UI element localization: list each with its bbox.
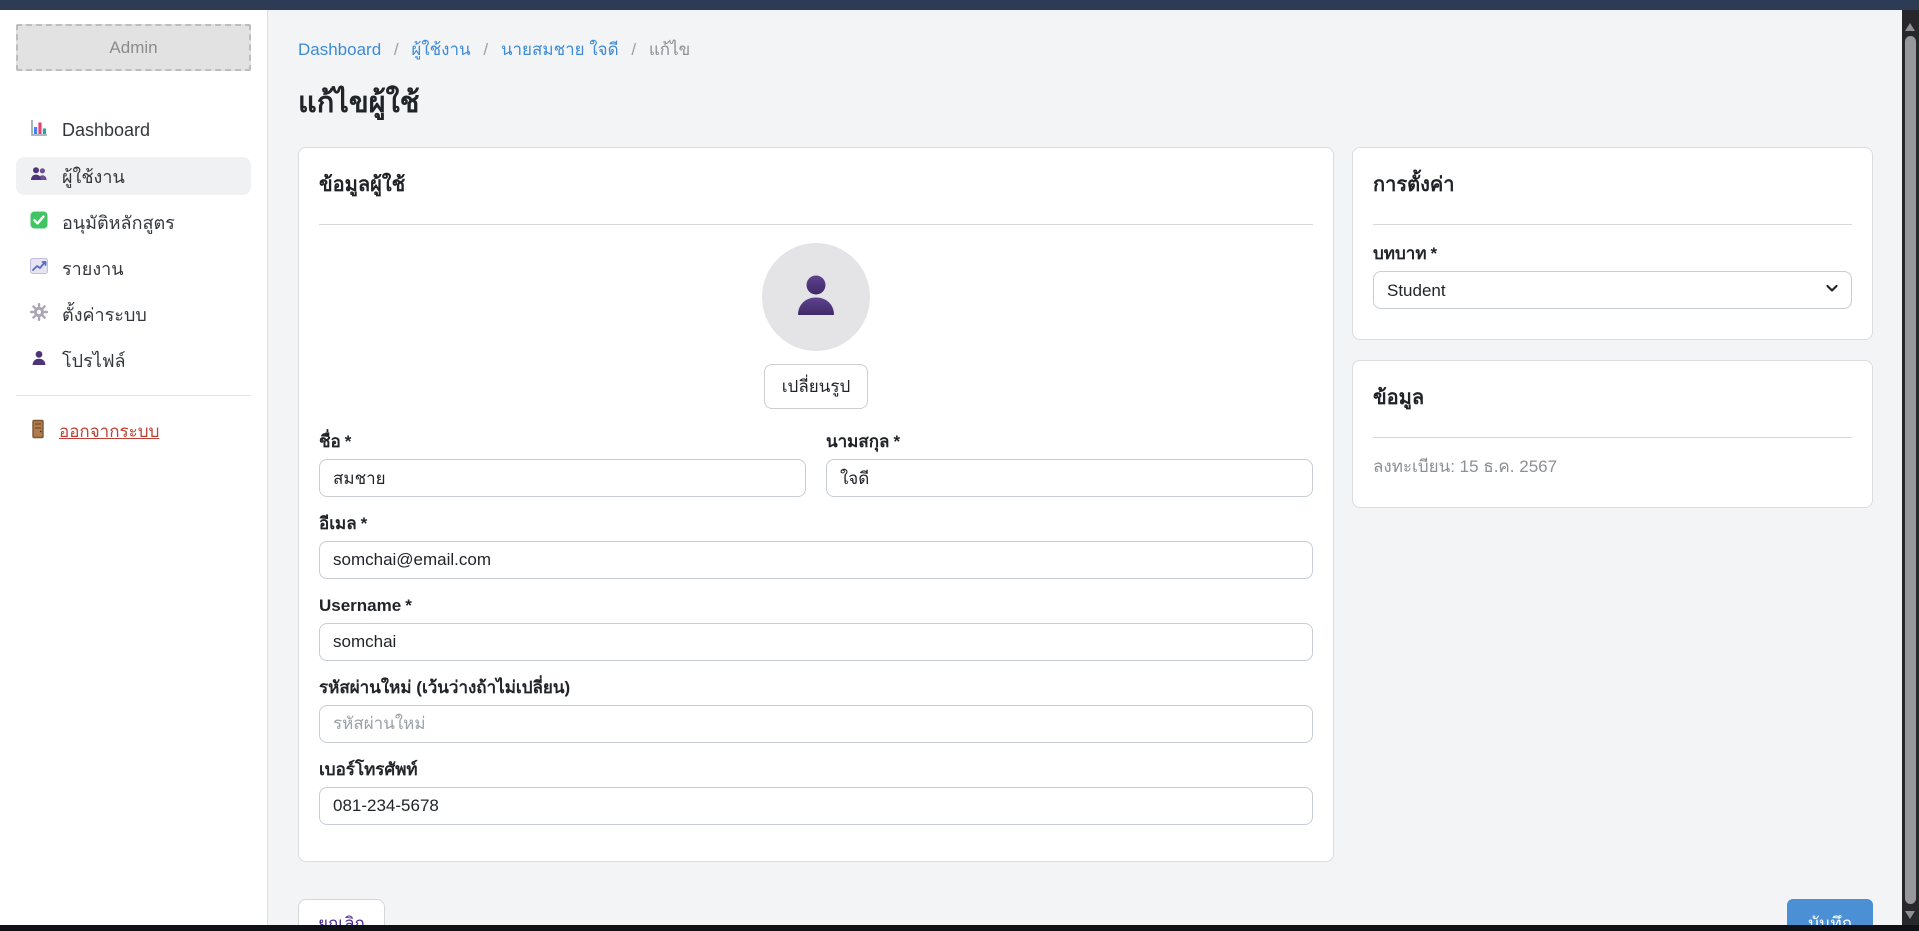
window-bottom-bar (0, 925, 1919, 931)
role-select-wrap: Student (1373, 271, 1852, 309)
sidebar-item-label: ผู้ใช้งาน (62, 162, 125, 191)
email-input[interactable] (319, 541, 1313, 579)
sidebar-logo: Admin (16, 24, 251, 71)
logo-text: Admin (109, 38, 157, 58)
label-text: ชื่อ (319, 432, 341, 451)
label-text: เบอร์โทรศัพท์ (319, 760, 418, 779)
sidebar: Admin Dashboard ผู้ใช้งาน (0, 10, 268, 925)
cancel-button[interactable]: ยกเลิก (298, 899, 385, 925)
check-icon (29, 210, 49, 235)
breadcrumb-users[interactable]: ผู้ใช้งาน (411, 40, 470, 59)
email-label: อีเมล* (319, 513, 1313, 534)
avatar (762, 243, 870, 351)
phone-input[interactable] (319, 787, 1313, 825)
person-icon (29, 348, 49, 373)
sidebar-item-users[interactable]: ผู้ใช้งาน (16, 157, 251, 195)
required-mark: * (893, 432, 900, 451)
info-card: ข้อมูล ลงทะเบียน: 15 ธ.ค. 2567 (1352, 360, 1873, 508)
breadcrumb-separator: / (631, 40, 636, 59)
form-actions: ยกเลิก บันทึก (298, 899, 1873, 925)
logout-label: ออกจากระบบ (59, 418, 159, 445)
phone-field: เบอร์โทรศัพท์ (319, 759, 1313, 825)
settings-card-title: การตั้งค่า (1373, 168, 1852, 225)
logout-link[interactable]: ออกจากระบบ (16, 418, 251, 445)
required-mark: * (361, 514, 368, 533)
role-label: บทบาท* (1373, 243, 1852, 264)
username-field: Username* (319, 595, 1313, 661)
first-name-label: ชื่อ* (319, 431, 806, 452)
first-name-field: ชื่อ* (319, 431, 806, 497)
breadcrumb-dashboard[interactable]: Dashboard (298, 40, 381, 59)
breadcrumb-separator: / (483, 40, 488, 59)
last-name-label: นามสกุล* (826, 431, 1313, 452)
user-info-card: ข้อมูลผู้ใช้ (298, 147, 1334, 862)
sidebar-item-label: Dashboard (62, 120, 150, 141)
required-mark: * (1431, 244, 1438, 263)
breadcrumb: Dashboard / ผู้ใช้งาน / นายสมชาย ใจดี / … (298, 36, 1873, 63)
breadcrumb-current: แก้ไข (649, 40, 690, 59)
door-icon (29, 419, 47, 444)
registered-date-text: ลงทะเบียน: 15 ธ.ค. 2567 (1373, 456, 1852, 477)
sidebar-item-reports[interactable]: รายงาน (16, 249, 251, 287)
label-text: บทบาท (1373, 244, 1427, 263)
email-field: อีเมล* (319, 513, 1313, 579)
role-select[interactable]: Student (1373, 271, 1852, 309)
sidebar-item-label: รายงาน (62, 254, 124, 283)
settings-card: การตั้งค่า บทบาท* Student (1352, 147, 1873, 340)
required-mark: * (405, 596, 412, 615)
label-text: นามสกุล (826, 432, 889, 451)
bar-chart-icon (29, 118, 49, 143)
sidebar-item-course-approval[interactable]: อนุมัติหลักสูตร (16, 203, 251, 241)
sidebar-item-label: อนุมัติหลักสูตร (62, 208, 175, 237)
window-top-bar (0, 0, 1919, 10)
username-input[interactable] (319, 623, 1313, 661)
scroll-down-arrow-icon[interactable] (1905, 911, 1915, 919)
username-label: Username* (319, 595, 1313, 616)
last-name-input[interactable] (826, 459, 1313, 497)
vertical-scrollbar[interactable] (1902, 10, 1919, 925)
new-password-field: รหัสผ่านใหม่ (เว้นว่างถ้าไม่เปลี่ยน) (319, 677, 1313, 743)
breadcrumb-user-name[interactable]: นายสมชาย ใจดี (501, 40, 619, 59)
first-name-input[interactable] (319, 459, 806, 497)
change-photo-button[interactable]: เปลี่ยนรูป (764, 364, 869, 409)
person-bust-icon (788, 267, 844, 328)
save-button[interactable]: บันทึก (1787, 899, 1873, 925)
user-info-card-title: ข้อมูลผู้ใช้ (319, 168, 1313, 225)
phone-label: เบอร์โทรศัพท์ (319, 759, 1313, 780)
gear-icon (29, 302, 49, 327)
sidebar-item-label: โปรไฟล์ (62, 346, 126, 375)
breadcrumb-separator: / (394, 40, 399, 59)
sidebar-item-label: ตั้งค่าระบบ (62, 300, 147, 329)
main-content: Dashboard / ผู้ใช้งาน / นายสมชาย ใจดี / … (269, 10, 1902, 925)
page-title: แก้ไขผู้ใช้ (298, 79, 1873, 125)
scrollbar-thumb[interactable] (1905, 36, 1916, 904)
label-text: Username (319, 596, 401, 615)
label-text: อีเมล (319, 514, 357, 533)
new-password-label: รหัสผ่านใหม่ (เว้นว่างถ้าไม่เปลี่ยน) (319, 677, 1313, 698)
sidebar-item-system-settings[interactable]: ตั้งค่าระบบ (16, 295, 251, 333)
chart-up-icon (29, 256, 49, 281)
scroll-up-arrow-icon[interactable] (1905, 23, 1915, 31)
right-column: การตั้งค่า บทบาท* Student (1352, 147, 1873, 508)
sidebar-item-profile[interactable]: โปรไฟล์ (16, 341, 251, 379)
new-password-input[interactable] (319, 705, 1313, 743)
required-mark: * (345, 432, 352, 451)
label-text: รหัสผ่านใหม่ (เว้นว่างถ้าไม่เปลี่ยน) (319, 678, 570, 697)
last-name-field: นามสกุล* (826, 431, 1313, 497)
users-icon (29, 164, 49, 189)
sidebar-divider (16, 395, 251, 396)
info-card-title: ข้อมูล (1373, 381, 1852, 438)
sidebar-item-dashboard[interactable]: Dashboard (16, 111, 251, 149)
